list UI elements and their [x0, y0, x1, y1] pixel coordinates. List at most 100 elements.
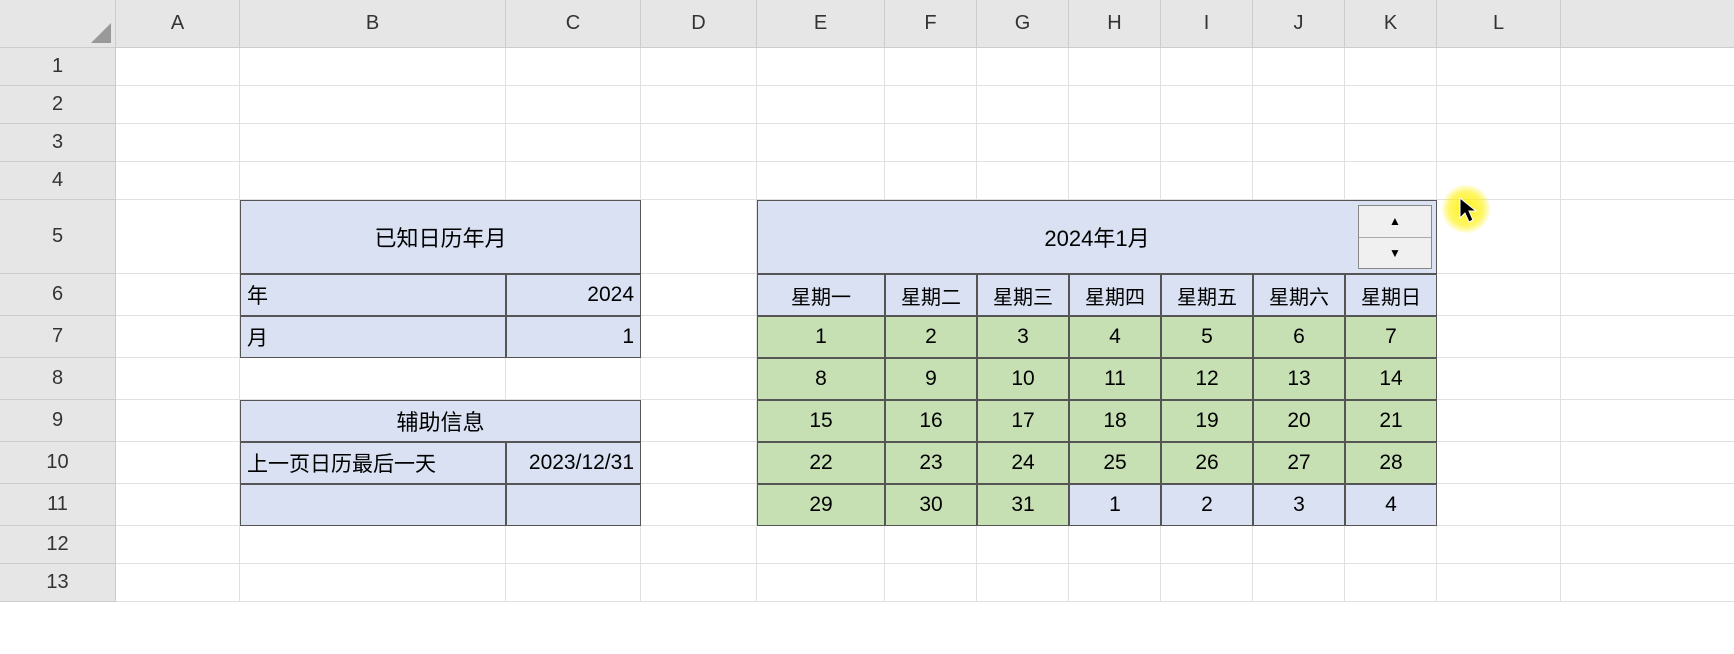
cell-B2[interactable]: [240, 86, 506, 124]
cell-G4[interactable]: [977, 162, 1069, 200]
cal-day-4-4[interactable]: 2: [1161, 484, 1253, 526]
month-label[interactable]: 月: [240, 316, 506, 358]
cell-C1[interactable]: [506, 48, 641, 86]
cell-L5[interactable]: [1437, 200, 1561, 274]
cell-D4[interactable]: [641, 162, 757, 200]
row-header-1[interactable]: 1: [0, 48, 116, 86]
cal-day-2-0[interactable]: 15: [757, 400, 885, 442]
cell-E12[interactable]: [757, 526, 885, 564]
cell-7[interactable]: [1561, 316, 1734, 358]
cell-L12[interactable]: [1437, 526, 1561, 564]
cell-A6[interactable]: [116, 274, 240, 316]
cell-I12[interactable]: [1161, 526, 1253, 564]
cell-B8[interactable]: [240, 358, 506, 400]
cell-D13[interactable]: [641, 564, 757, 602]
cell-K1[interactable]: [1345, 48, 1437, 86]
cal-day-4-1[interactable]: 30: [885, 484, 977, 526]
cal-day-2-6[interactable]: 21: [1345, 400, 1437, 442]
cell-13[interactable]: [1561, 564, 1734, 602]
cell-A12[interactable]: [116, 526, 240, 564]
day-header-6[interactable]: 星期日: [1345, 274, 1437, 316]
cell-K2[interactable]: [1345, 86, 1437, 124]
year-value[interactable]: 2024: [506, 274, 641, 316]
cal-day-2-2[interactable]: 17: [977, 400, 1069, 442]
month-value[interactable]: 1: [506, 316, 641, 358]
cell-A8[interactable]: [116, 358, 240, 400]
cell-F4[interactable]: [885, 162, 977, 200]
cell-L7[interactable]: [1437, 316, 1561, 358]
cell-3[interactable]: [1561, 124, 1734, 162]
aux-title[interactable]: 辅助信息: [240, 400, 641, 442]
cal-day-3-3[interactable]: 25: [1069, 442, 1161, 484]
cell-B3[interactable]: [240, 124, 506, 162]
cell-I13[interactable]: [1161, 564, 1253, 602]
cal-day-4-2[interactable]: 31: [977, 484, 1069, 526]
cell-A9[interactable]: [116, 400, 240, 442]
cell-B4[interactable]: [240, 162, 506, 200]
cell-K3[interactable]: [1345, 124, 1437, 162]
cell-C13[interactable]: [506, 564, 641, 602]
cell-L9[interactable]: [1437, 400, 1561, 442]
spinner-down-icon[interactable]: ▼: [1359, 238, 1431, 269]
cell-H13[interactable]: [1069, 564, 1161, 602]
cell-G1[interactable]: [977, 48, 1069, 86]
info-title[interactable]: 已知日历年月: [240, 200, 641, 274]
cell-D3[interactable]: [641, 124, 757, 162]
day-header-5[interactable]: 星期六: [1253, 274, 1345, 316]
cell-1[interactable]: [1561, 48, 1734, 86]
row-header-9[interactable]: 9: [0, 400, 116, 442]
cell-A5[interactable]: [116, 200, 240, 274]
cal-day-1-1[interactable]: 9: [885, 358, 977, 400]
cell-L1[interactable]: [1437, 48, 1561, 86]
column-header-I[interactable]: I: [1161, 0, 1253, 48]
row-header-2[interactable]: 2: [0, 86, 116, 124]
day-header-0[interactable]: 星期一: [757, 274, 885, 316]
cell-A11[interactable]: [116, 484, 240, 526]
cell-L8[interactable]: [1437, 358, 1561, 400]
cell-4[interactable]: [1561, 162, 1734, 200]
last-day-value[interactable]: 2023/12/31: [506, 442, 641, 484]
row-header-10[interactable]: 10: [0, 442, 116, 484]
cal-day-4-6[interactable]: 4: [1345, 484, 1437, 526]
cal-day-0-3[interactable]: 4: [1069, 316, 1161, 358]
cell-E13[interactable]: [757, 564, 885, 602]
cell-C3[interactable]: [506, 124, 641, 162]
cal-day-0-2[interactable]: 3: [977, 316, 1069, 358]
cell-10[interactable]: [1561, 442, 1734, 484]
cal-day-4-3[interactable]: 1: [1069, 484, 1161, 526]
cell-F2[interactable]: [885, 86, 977, 124]
cell-K4[interactable]: [1345, 162, 1437, 200]
calendar-title[interactable]: 2024年1月▲▼: [757, 200, 1437, 274]
cell-J12[interactable]: [1253, 526, 1345, 564]
row-header-8[interactable]: 8: [0, 358, 116, 400]
spinner-up-icon[interactable]: ▲: [1359, 206, 1431, 238]
cell-A3[interactable]: [116, 124, 240, 162]
select-all-corner[interactable]: [0, 0, 116, 48]
cell-D11[interactable]: [641, 484, 757, 526]
row-header-3[interactable]: 3: [0, 124, 116, 162]
cell-C12[interactable]: [506, 526, 641, 564]
cell-L11[interactable]: [1437, 484, 1561, 526]
cal-day-1-4[interactable]: 12: [1161, 358, 1253, 400]
cal-day-0-0[interactable]: 1: [757, 316, 885, 358]
column-header-K[interactable]: K: [1345, 0, 1437, 48]
cell-C4[interactable]: [506, 162, 641, 200]
cell-H3[interactable]: [1069, 124, 1161, 162]
cal-day-2-5[interactable]: 20: [1253, 400, 1345, 442]
cell-D7[interactable]: [641, 316, 757, 358]
cal-day-1-6[interactable]: 14: [1345, 358, 1437, 400]
cell-G13[interactable]: [977, 564, 1069, 602]
cal-day-1-0[interactable]: 8: [757, 358, 885, 400]
cell-A10[interactable]: [116, 442, 240, 484]
column-header-E[interactable]: E: [757, 0, 885, 48]
month-spinner[interactable]: ▲▼: [1358, 205, 1432, 269]
cell-6[interactable]: [1561, 274, 1734, 316]
cal-day-1-5[interactable]: 13: [1253, 358, 1345, 400]
cell-12[interactable]: [1561, 526, 1734, 564]
column-header-D[interactable]: D: [641, 0, 757, 48]
cal-day-2-3[interactable]: 18: [1069, 400, 1161, 442]
cell-H4[interactable]: [1069, 162, 1161, 200]
row-header-7[interactable]: 7: [0, 316, 116, 358]
cell-F13[interactable]: [885, 564, 977, 602]
cell-J3[interactable]: [1253, 124, 1345, 162]
